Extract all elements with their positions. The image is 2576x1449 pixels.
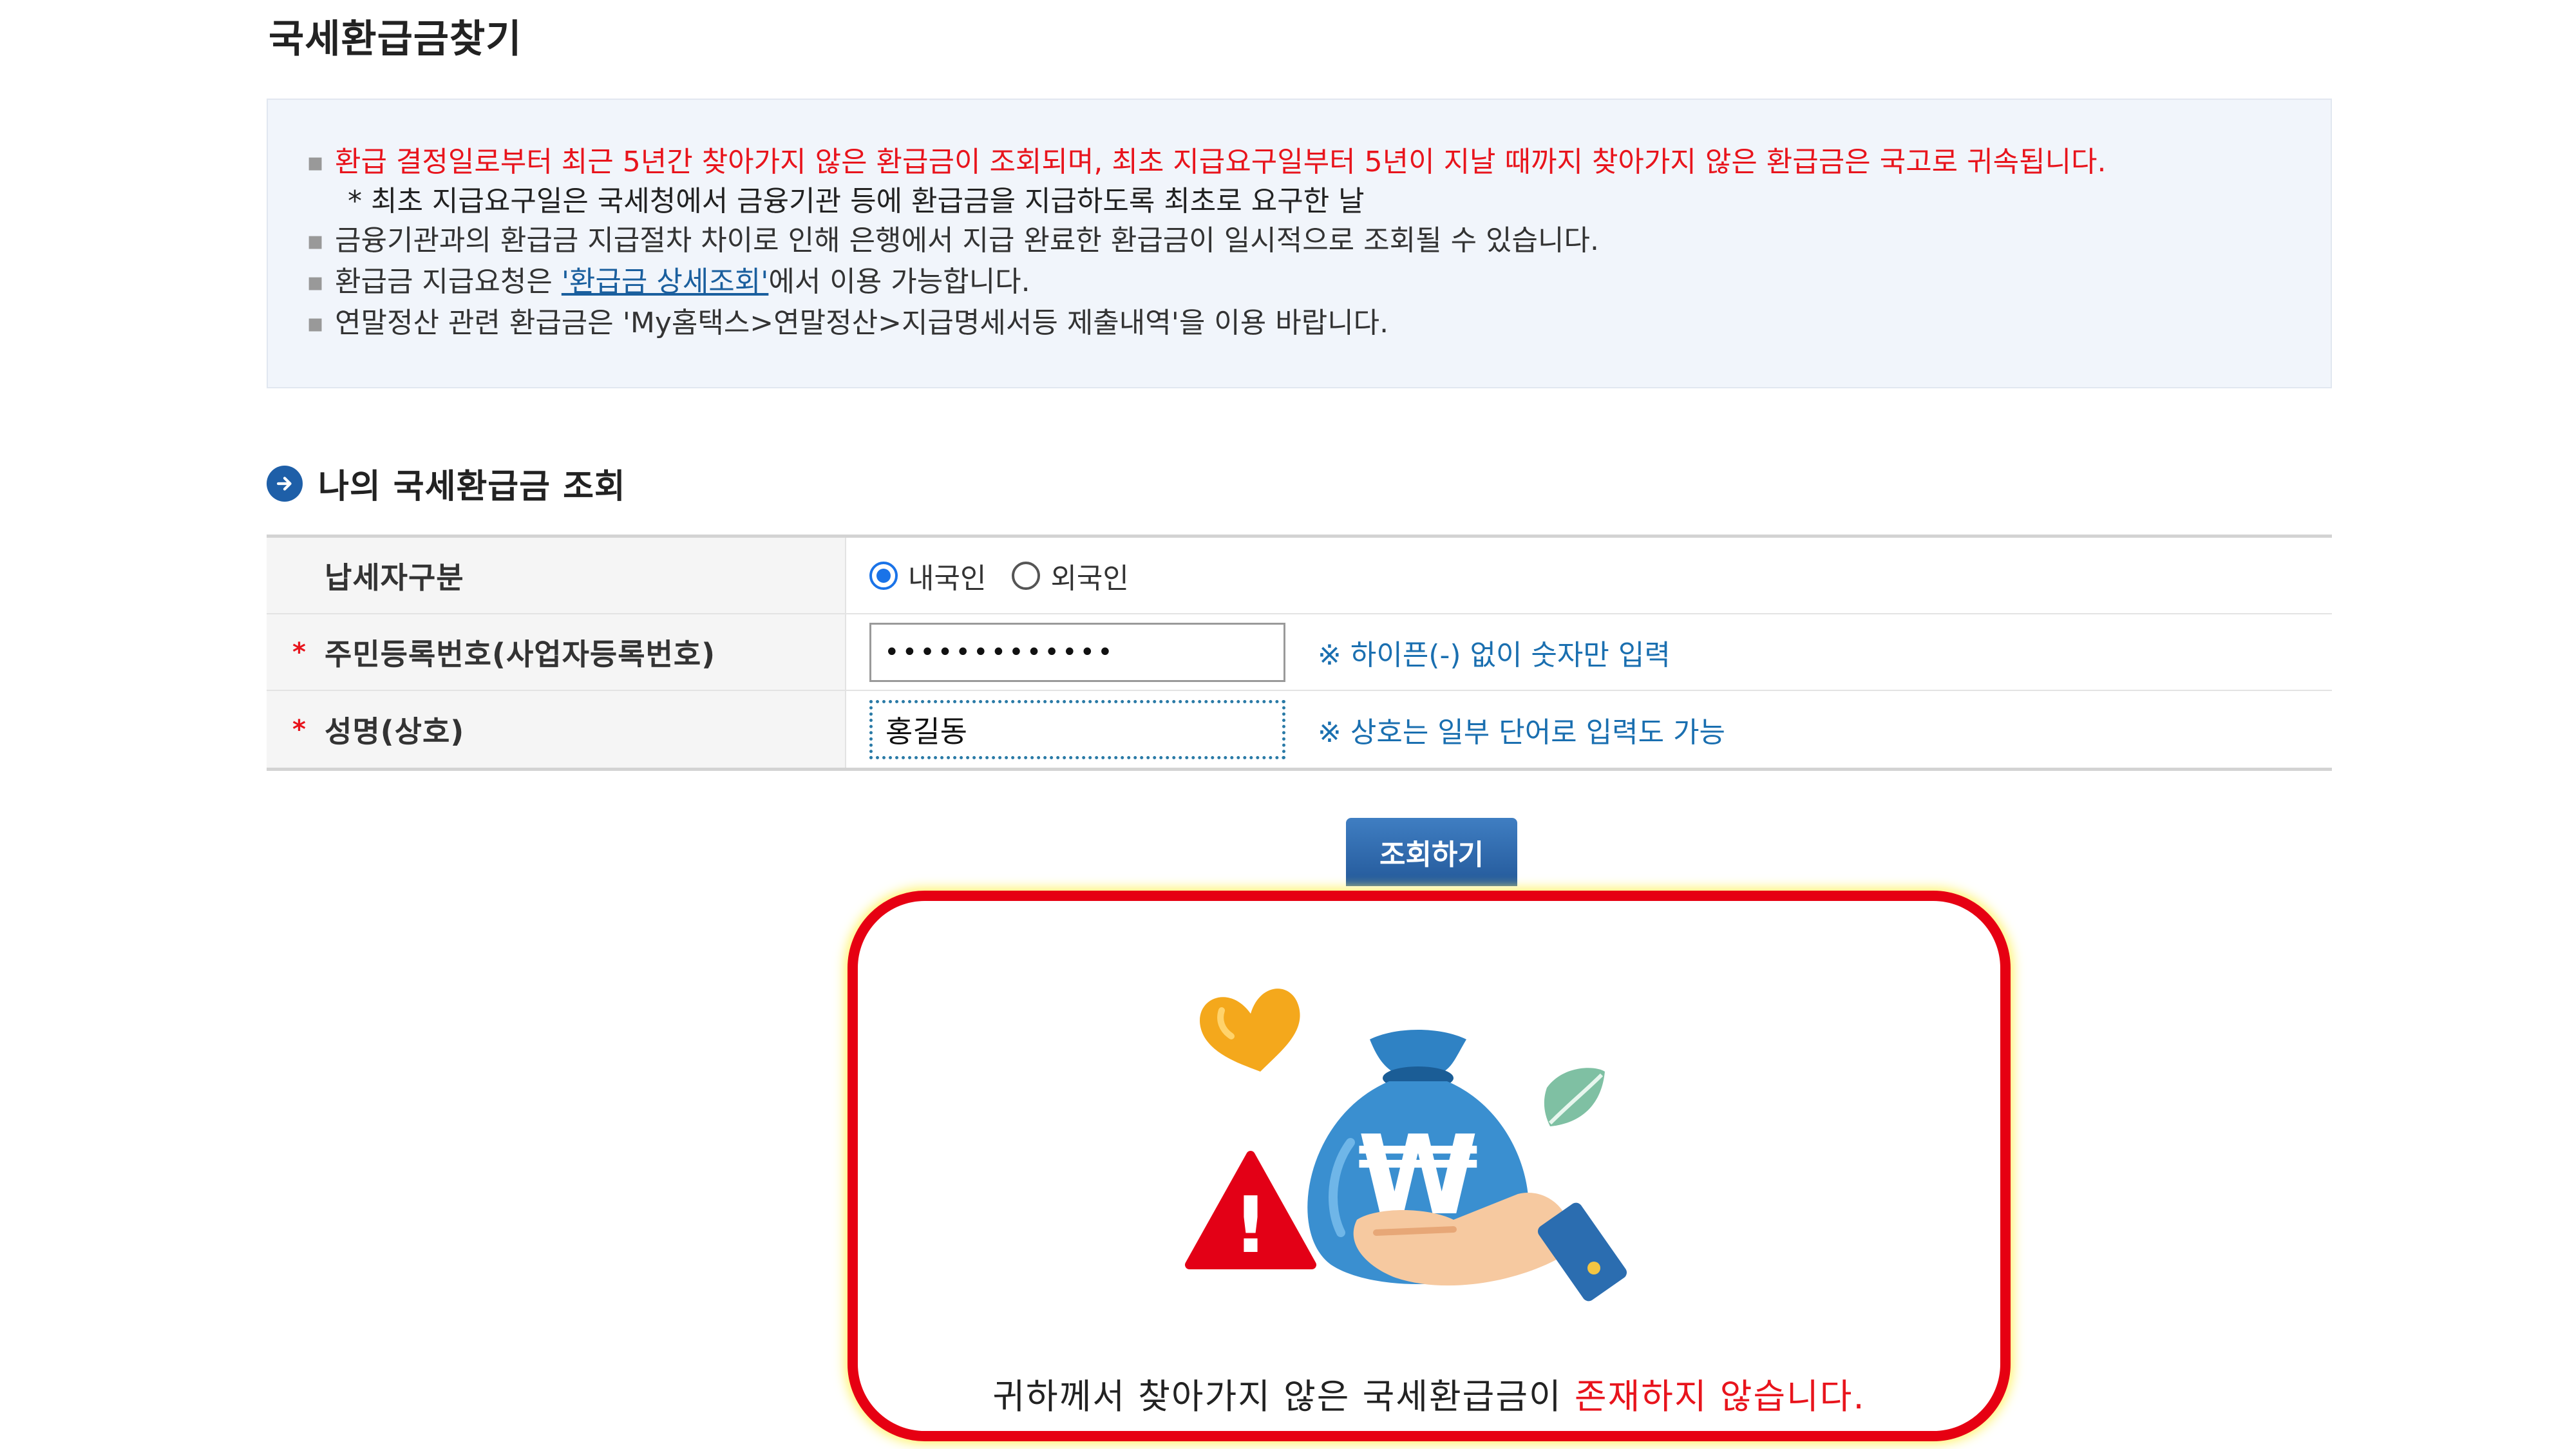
radio-checked-icon[interactable] (869, 561, 898, 590)
notice-item: ▪ 환급금 지급요청은 '환급금 상세조회'에서 이용 가능합니다. (307, 261, 2107, 303)
search-button[interactable]: 조회하기 (1346, 818, 1517, 886)
id-number-label-text: 주민등록번호(사업자등록번호) (325, 636, 716, 672)
arrow-right-circle-icon (267, 465, 303, 502)
id-number-field: ••••••••••••• ※ 하이픈(-) 없이 숫자만 입력 (846, 614, 2332, 690)
form-row-name: * 성명(상호) 홍길동 ※ 상호는 일부 단어로 입력도 가능 (267, 691, 2332, 768)
bullet-icon: ▪ (307, 147, 325, 177)
notice-item: ▪ 연말정산 관련 환급금은 'My홈택스>연말정산>지급명세서등 제출내역'을… (307, 303, 2107, 344)
section-label: 나의 국세환급금 조회 (318, 468, 626, 506)
name-hint: ※ 상호는 일부 단어로 입력도 가능 (1318, 715, 1726, 749)
notice-box: ▪ 환급 결정일로부터 최근 5년간 찾아가지 않은 환급금이 조회되며, 최초… (267, 99, 2332, 388)
notice-text-suffix: 에서 이용 가능합니다. (768, 265, 1030, 298)
id-number-input[interactable]: ••••••••••••• (869, 622, 1285, 682)
notice-list: ▪ 환급 결정일로부터 최근 5년간 찾아가지 않은 환급금이 조회되며, 최초… (307, 142, 2107, 344)
bullet-icon: ▪ (307, 267, 325, 297)
section-title: 나의 국세환급금 조회 (267, 459, 626, 507)
result-message: 귀하께서 찾아가지 않은 국세환급금이 존재하지 않습니다. (858, 1368, 2000, 1419)
result-message-highlight: 존재하지 않습니다. (1574, 1376, 1866, 1417)
notice-text: 연말정산 관련 환급금은 'My홈택스>연말정산>지급명세서등 제출내역'을 이… (335, 307, 1389, 339)
notice-sub-note: * 최초 지급요구일은 국세청에서 금융기관 등에 환급금을 지급하도록 최초로… (348, 185, 1365, 218)
warning-mark: ! (1233, 1181, 1269, 1271)
notice-item: ▪ 금융기관과의 환급금 지급절차 차이로 인해 은행에서 지급 완료한 환급금… (307, 220, 2107, 261)
bullet-icon: ▪ (307, 226, 325, 256)
name-input[interactable]: 홍길동 (869, 699, 1285, 759)
name-label: * 성명(상호) (267, 691, 846, 768)
name-label-text: 성명(상호) (325, 714, 465, 749)
page-title: 국세환급금찾기 (269, 17, 522, 62)
taxpayer-type-field: 내국인 외국인 (846, 538, 2332, 613)
radio-unchecked-icon[interactable] (1012, 561, 1041, 590)
notice-text: 금융기관과의 환급금 지급절차 차이로 인해 은행에서 지급 완료한 환급금이 … (335, 224, 1599, 257)
page: 국세환급금찾기 ▪ 환급 결정일로부터 최근 5년간 찾아가지 않은 환급금이 … (0, 0, 2576, 1449)
result-box: ₩ ! 귀하께서 찾아가지 않은 국세환급금이 존재하지 않습니다. (848, 891, 2011, 1441)
money-bag-illustration: ₩ ! (1185, 989, 1627, 1302)
result-message-prefix: 귀하께서 찾아가지 않은 국세환급금이 (992, 1376, 1575, 1417)
id-number-label: * 주민등록번호(사업자등록번호) (267, 614, 846, 690)
refund-detail-link[interactable]: '환급금 상세조회' (562, 265, 769, 298)
refund-search-form: 납세자구분 내국인 외국인 * 주민등록번호(사업자등록번호) ••••••••… (267, 535, 2332, 771)
id-number-hint: ※ 하이픈(-) 없이 숫자만 입력 (1318, 638, 1671, 672)
taxpayer-type-label: 납세자구분 (267, 538, 846, 613)
form-row-id-number: * 주민등록번호(사업자등록번호) ••••••••••••• ※ 하이픈(-)… (267, 614, 2332, 691)
notice-text-prefix: 환급금 지급요청은 (335, 265, 562, 298)
leaf-icon (1544, 1068, 1605, 1126)
notice-item: ▪ 환급 결정일로부터 최근 5년간 찾아가지 않은 환급금이 조회되며, 최초… (307, 142, 2107, 183)
warning-triangle-icon: ! (1185, 1151, 1316, 1271)
name-field: 홍길동 ※ 상호는 일부 단어로 입력도 가능 (846, 691, 2332, 768)
radio-label: 외국인 (1050, 562, 1129, 595)
radio-domestic[interactable]: 내국인 (869, 555, 986, 596)
bullet-icon: ▪ (307, 308, 325, 338)
radio-label: 내국인 (908, 562, 987, 595)
required-star-icon: * (292, 714, 307, 744)
notice-text: 환급 결정일로부터 최근 5년간 찾아가지 않은 환급금이 조회되며, 최초 지… (335, 146, 2107, 178)
heart-icon (1200, 989, 1300, 1072)
required-star-icon: * (292, 637, 307, 667)
radio-foreigner[interactable]: 외국인 (1012, 555, 1129, 596)
form-row-taxpayer-type: 납세자구분 내국인 외국인 (267, 538, 2332, 614)
